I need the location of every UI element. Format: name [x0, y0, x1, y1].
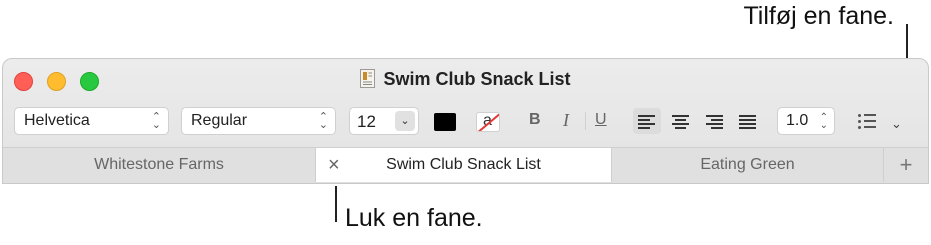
chevron-down-icon[interactable]: ⌄	[891, 116, 902, 132]
font-style-popup[interactable]: Regular ⌃ ⌄	[181, 107, 336, 135]
chevron-down-icon[interactable]: ⌄	[395, 111, 415, 131]
align-left-button[interactable]	[633, 108, 661, 134]
highlight-color-well[interactable]: a	[476, 112, 500, 132]
line-spacing-popup[interactable]: 1.0 ⌃ ⌄	[777, 107, 835, 135]
font-size-value: 12	[357, 112, 376, 131]
align-right-button[interactable]	[701, 108, 729, 134]
bold-button[interactable]: B	[529, 111, 541, 129]
close-tab-leader-line	[335, 186, 337, 222]
font-family-value: Helvetica	[24, 112, 90, 129]
bullet-list-icon[interactable]	[858, 112, 880, 130]
line-spacing-value: 1.0	[786, 112, 809, 129]
close-tab-callout: Luk en fane.	[345, 204, 483, 232]
format-toolbar: Helvetica ⌃ ⌄ Regular ⌃ ⌄ 12 ⌄ a B I U 1…	[3, 107, 928, 143]
tab-label: Swim Club Snack List	[386, 156, 541, 173]
font-family-popup[interactable]: Helvetica ⌃ ⌄	[14, 107, 169, 135]
underline-button[interactable]: U	[595, 111, 607, 129]
chevron-updown-icon: ⌃ ⌄	[318, 111, 328, 131]
close-tab-icon[interactable]: ×	[328, 148, 340, 182]
align-center-button[interactable]	[667, 108, 695, 134]
tab-swim-club-snack-list[interactable]: × Swim Club Snack List	[316, 148, 611, 182]
justify-button[interactable]	[734, 108, 762, 134]
chevron-updown-icon: ⌃ ⌄	[151, 111, 161, 131]
window-title-bar: Swim Club Snack List	[3, 69, 928, 90]
font-size-combo[interactable]: 12 ⌄	[349, 107, 419, 135]
text-color-well[interactable]	[434, 113, 456, 131]
tab-label: Eating Green	[700, 156, 795, 173]
new-tab-plus-icon[interactable]: +	[884, 148, 928, 182]
textedit-window: Swim Club Snack List Helvetica ⌃ ⌄ Regula…	[2, 58, 929, 184]
document-icon	[360, 69, 376, 88]
chevron-updown-icon: ⌃ ⌄	[819, 112, 828, 131]
font-style-value: Regular	[191, 112, 248, 129]
tab-label: Whitestone Farms	[94, 156, 224, 173]
new-tab-callout: Tilføj en fane.	[743, 2, 894, 30]
window-title: Swim Club Snack List	[383, 69, 571, 89]
tab-bar: Whitestone Farms × Swim Club Snack List …	[3, 147, 928, 183]
tab-whitestone-farms[interactable]: Whitestone Farms	[3, 148, 316, 182]
toolbar-separator	[585, 112, 586, 130]
italic-button[interactable]: I	[563, 110, 569, 131]
tab-eating-green[interactable]: Eating Green	[611, 148, 884, 182]
